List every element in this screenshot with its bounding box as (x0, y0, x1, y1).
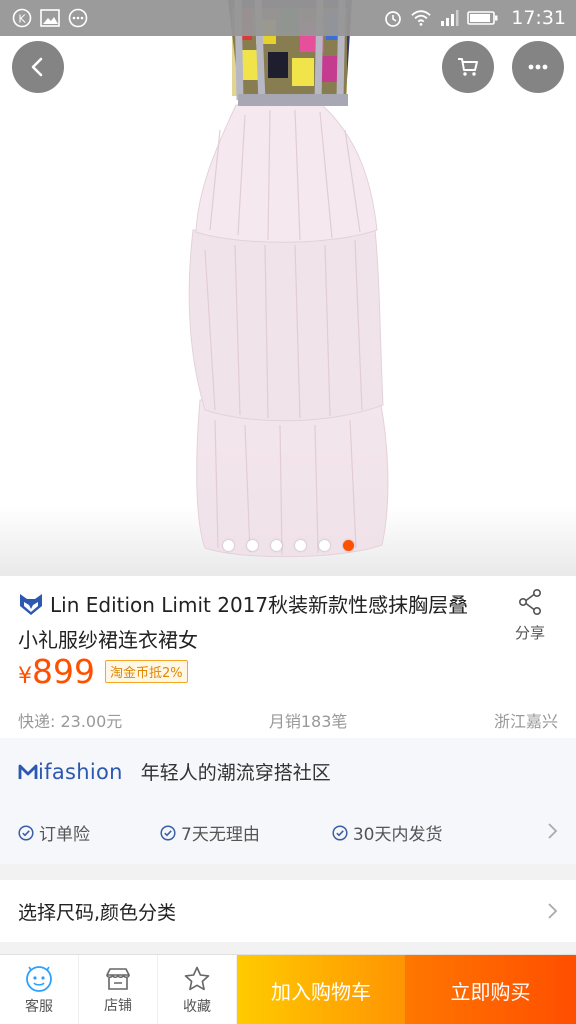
add-to-cart-button[interactable]: 加入购物车 (237, 955, 405, 1024)
gallery-dot[interactable] (222, 540, 234, 551)
status-bar: K 17:31 (0, 0, 576, 36)
check-circle-icon (160, 824, 176, 841)
service-guarantees[interactable]: 订单险 7天无理由 30天内发货 (18, 820, 558, 845)
product-info: Lin Edition Limit 2017秋装新款性感抹胸层叠小礼服纱裙连衣裙… (0, 576, 576, 738)
product-title-row: Lin Edition Limit 2017秋装新款性感抹胸层叠小礼服纱裙连衣裙… (18, 590, 488, 656)
gallery-dot[interactable] (318, 540, 330, 551)
select-sku-label: 选择尺码,颜色分类 (18, 901, 177, 924)
svg-text:K: K (18, 13, 26, 26)
more-dots-icon (68, 8, 88, 28)
gallery-dot-active[interactable] (342, 540, 354, 551)
more-button[interactable] (512, 41, 564, 93)
shop-button[interactable]: 店铺 (79, 955, 158, 1024)
gallery-pagination (0, 540, 576, 551)
price-row: ¥ 899 淘金币抵2% (18, 652, 188, 691)
cart-icon (458, 58, 478, 76)
battery-icon (467, 8, 499, 28)
more-dots-icon (528, 64, 548, 70)
monthly-sales: 月销183笔 (268, 712, 348, 731)
product-title: Lin Edition Limit 2017秋装新款性感抹胸层叠小礼服纱裙连衣裙… (18, 593, 469, 652)
chevron-right-icon (546, 822, 558, 845)
ifashion-logo-text: ifashion (38, 759, 123, 784)
product-dress-image (188, 0, 389, 558)
ifashion-fox-icon (18, 592, 44, 625)
service-label: 7天无理由 (181, 825, 260, 845)
check-circle-icon (332, 824, 348, 841)
ship-location: 浙江嘉兴 (493, 712, 558, 731)
product-price: 899 (32, 652, 95, 691)
shop-icon (106, 967, 130, 990)
select-sku-row[interactable]: 选择尺码,颜色分类 (0, 880, 576, 942)
cart-button[interactable] (442, 41, 494, 93)
coin-discount-badge: 淘金币抵2% (105, 660, 188, 683)
ifashion-section[interactable]: ifashion 年轻人的潮流穿搭社区 订单险 7天无理由 30天内发货 (0, 738, 576, 864)
chevron-right-icon (546, 902, 558, 925)
wifi-icon (411, 8, 431, 28)
k-badge-icon: K (12, 8, 32, 28)
product-image-gallery[interactable] (0, 0, 576, 576)
star-icon (184, 966, 210, 990)
status-time: 17:31 (511, 7, 566, 29)
ifashion-m-icon (18, 764, 38, 779)
service-item: 7天无理由 (160, 820, 260, 845)
customer-service-label: 客服 (25, 998, 53, 1015)
buy-now-button[interactable]: 立即购买 (405, 955, 576, 1024)
shop-label: 店铺 (104, 997, 132, 1014)
gallery-dot[interactable] (270, 540, 282, 551)
chevron-left-icon (31, 57, 43, 77)
favorite-label: 收藏 (183, 998, 211, 1015)
service-label: 订单险 (39, 825, 90, 845)
shipping-fee: 快递: 23.00元 (18, 712, 123, 731)
ifashion-logo: ifashion (18, 760, 123, 784)
product-meta: 快递: 23.00元 月销183笔 浙江嘉兴 (18, 708, 558, 732)
share-icon (518, 588, 541, 615)
ifashion-slogan: 年轻人的潮流穿搭社区 (140, 762, 331, 784)
check-circle-icon (18, 824, 34, 841)
signal-icon (439, 8, 459, 28)
customer-service-button[interactable]: 客服 (0, 955, 79, 1024)
service-item: 订单险 (18, 820, 90, 845)
currency-symbol: ¥ (18, 664, 32, 689)
favorite-button[interactable]: 收藏 (158, 955, 237, 1024)
gallery-dot[interactable] (294, 540, 306, 551)
back-button[interactable] (12, 41, 64, 93)
customer-service-icon (26, 965, 52, 992)
alarm-icon (383, 8, 403, 28)
service-item: 30天内发货 (332, 820, 443, 845)
gallery-dot[interactable] (246, 540, 258, 551)
share-label: 分享 (514, 624, 545, 642)
service-label: 30天内发货 (352, 825, 443, 845)
image-icon (40, 8, 60, 28)
share-button[interactable]: 分享 (502, 588, 558, 643)
bottom-action-bar: 客服 店铺 收藏 加入购物车 立即购买 (0, 954, 576, 1024)
